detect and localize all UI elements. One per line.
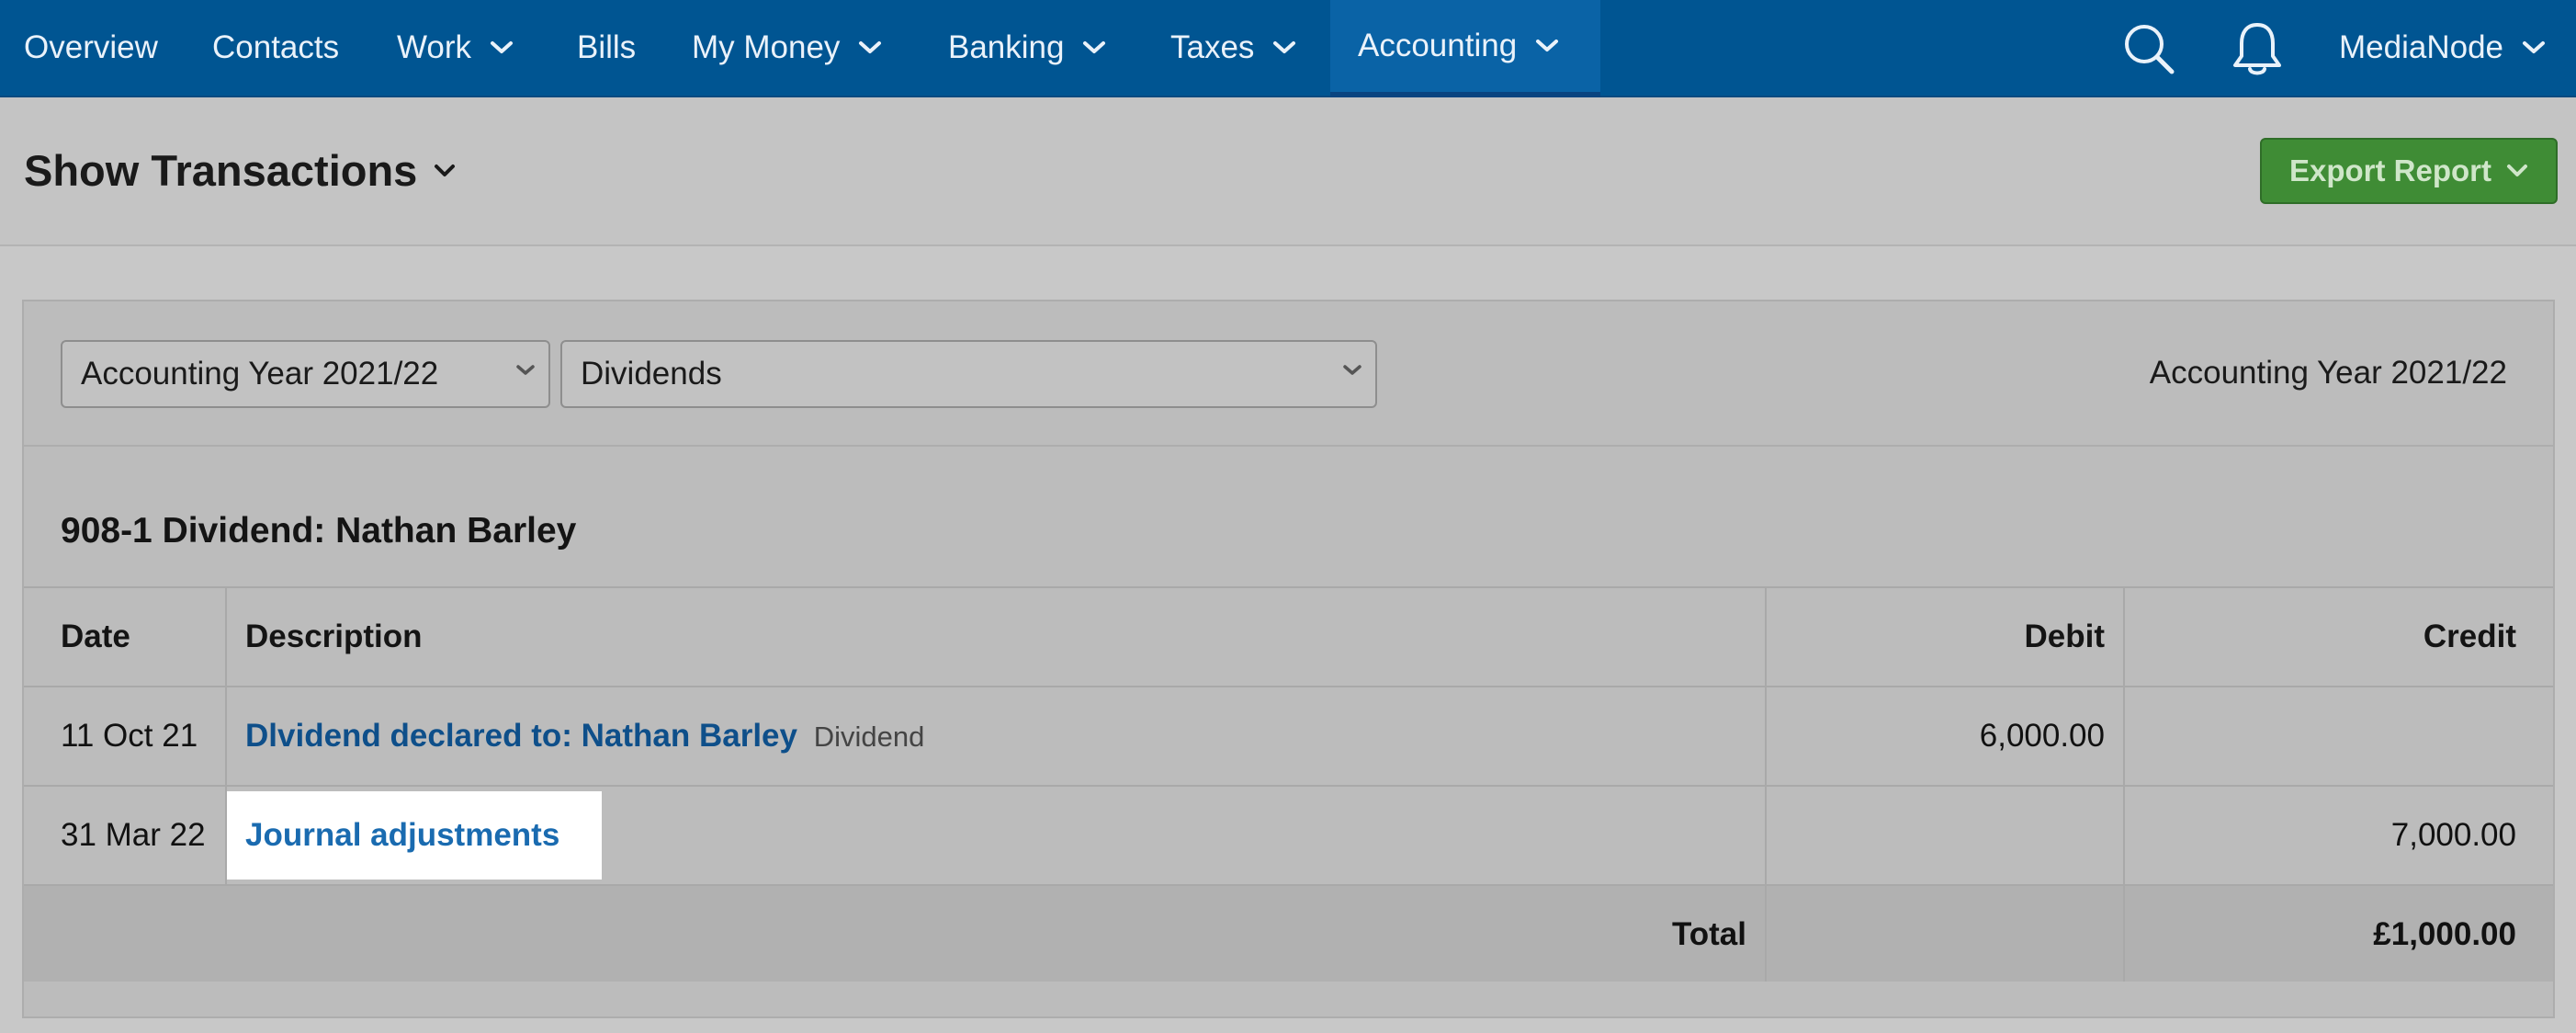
column-header-debit: Debit (1765, 586, 2124, 687)
chevron-down-icon (1342, 364, 1362, 377)
top-navigation: Overview Contacts Work Bills My Money Ba… (0, 0, 2576, 97)
chevron-down-icon (434, 164, 456, 178)
export-report-button[interactable]: Export Report (2260, 138, 2558, 204)
nav-taxes-label: Taxes (1170, 29, 1255, 65)
row-debit (1765, 785, 2124, 885)
highlighted-link-box: Journal adjustments (227, 791, 603, 880)
chevron-down-icon (515, 364, 536, 377)
row-debit: 6,000.00 (1765, 686, 2124, 786)
account-title: 908-1 Dividend: Nathan Barley (61, 511, 577, 551)
nav-accounting-label: Accounting (1358, 28, 1518, 63)
row-description: Dlvidend declared to: Nathan Barley Divi… (225, 686, 1766, 786)
chevron-down-icon (858, 40, 882, 55)
chevron-down-icon (2522, 40, 2546, 55)
bell-icon[interactable] (2225, 17, 2289, 81)
nav-bills-label: Bills (577, 29, 637, 65)
total-label: Total (24, 884, 1766, 982)
nav-bills[interactable]: Bills (577, 0, 636, 96)
nav-banking[interactable]: Banking (948, 0, 1106, 96)
nav-overview[interactable]: Overview (24, 0, 158, 96)
row-date: 31 Mar 22 (24, 785, 226, 885)
period-label: Accounting Year 2021/22 (2149, 355, 2507, 391)
chevron-down-icon (2506, 164, 2528, 178)
nav-work-label: Work (397, 29, 472, 65)
page-header: Show Transactions Export Report (0, 97, 2576, 246)
nav-banking-label: Banking (948, 29, 1065, 65)
search-icon[interactable] (2117, 17, 2181, 81)
page-title-label: Show Transactions (24, 146, 418, 195)
total-debit (1765, 884, 2124, 982)
chevron-down-icon (1082, 40, 1106, 55)
period-select[interactable]: Accounting Year 2021/22 (61, 340, 550, 408)
account-menu-label: MediaNode (2339, 29, 2503, 65)
transactions-table: Date Description Debit Credit 11 Oct 21 … (24, 586, 2553, 982)
transaction-tag: Dividend (813, 721, 925, 753)
nav-my-money-label: My Money (692, 29, 841, 65)
account-menu[interactable]: MediaNode (2339, 0, 2546, 96)
table-row: 11 Oct 21 Dlvidend declared to: Nathan B… (24, 686, 2553, 786)
chevron-down-icon (1535, 39, 1559, 53)
page-title[interactable]: Show Transactions (24, 145, 456, 196)
export-report-label: Export Report (2288, 153, 2491, 187)
column-header-description: Description (225, 586, 1766, 687)
nav-taxes[interactable]: Taxes (1170, 0, 1296, 96)
nav-contacts[interactable]: Contacts (212, 0, 339, 96)
chevron-down-icon (1272, 40, 1296, 55)
nav-contacts-label: Contacts (212, 29, 340, 65)
nav-accounting[interactable]: Accounting (1330, 0, 1600, 97)
category-select[interactable]: Dividends (560, 340, 1377, 408)
nav-overview-label: Overview (24, 29, 158, 65)
row-credit (2123, 686, 2553, 786)
row-description: Journal adjustments (225, 785, 1766, 885)
journal-adjustments-link[interactable]: Journal adjustments (245, 817, 559, 853)
row-credit: 7,000.00 (2123, 785, 2553, 885)
transactions-card: Accounting Year 2021/22 Dividends Accoun… (22, 300, 2555, 1018)
filters-bar: Accounting Year 2021/22 Dividends Accoun… (24, 301, 2553, 447)
card-footer (24, 982, 2553, 1016)
category-select-value: Dividends (581, 356, 722, 392)
nav-my-money[interactable]: My Money (692, 0, 882, 96)
period-select-value: Accounting Year 2021/22 (81, 356, 439, 392)
row-date: 11 Oct 21 (24, 686, 226, 786)
table-header-row: Date Description Debit Credit (24, 586, 2553, 687)
column-header-credit: Credit (2123, 586, 2553, 687)
transaction-link[interactable]: Dlvidend declared to: Nathan Barley (245, 718, 797, 754)
chevron-down-icon (490, 40, 514, 55)
total-credit: £1,000.00 (2123, 884, 2553, 982)
total-row: Total £1,000.00 (24, 884, 2553, 982)
column-header-date: Date (24, 586, 226, 687)
table-row: 31 Mar 22 Journal adjustments 7,000.00 (24, 785, 2553, 885)
nav-work[interactable]: Work (397, 0, 514, 96)
